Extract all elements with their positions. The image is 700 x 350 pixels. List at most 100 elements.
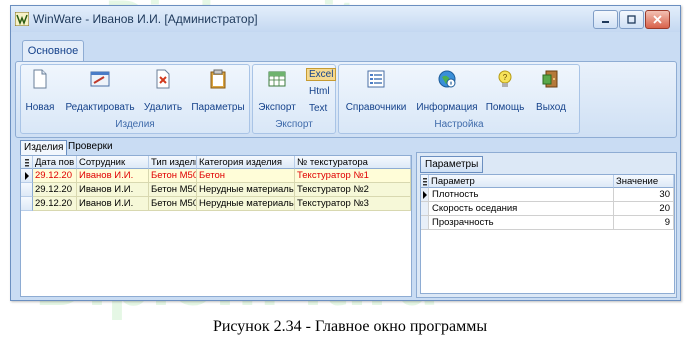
cell-product-type: Бетон М50	[149, 169, 197, 183]
ribbon-tab-main[interactable]: Основное	[22, 40, 84, 62]
delete-document-icon	[156, 69, 170, 89]
ribbon-group-settings: Справочники Информация ? Помощь Выход На…	[338, 64, 580, 134]
row-indicator	[421, 216, 429, 230]
cell-employee: Иванов И.И.	[77, 169, 149, 183]
column-header-value[interactable]: Значение	[614, 175, 674, 188]
new-document-icon	[33, 69, 47, 89]
exit-button[interactable]: Выход	[531, 69, 571, 113]
cell-texturator: Текстуратор №3	[295, 197, 411, 211]
ribbon-group-export-caption: Экспорт	[275, 119, 313, 130]
delete-button-label: Удалить	[143, 102, 183, 113]
export-text-button[interactable]: Text	[309, 103, 327, 114]
cell-date: 29.12.20	[33, 197, 77, 211]
column-header-date[interactable]: Дата пов	[33, 156, 77, 169]
row-indicator	[421, 188, 429, 202]
cell-texturator: Текстуратор №1	[295, 169, 411, 183]
cell-product-type: Бетон М50	[149, 183, 197, 197]
tab-parameters[interactable]: Параметры	[420, 156, 484, 173]
help-bulb-icon: ?	[498, 70, 512, 87]
export-text-label: Text	[309, 103, 328, 114]
column-header-product-type[interactable]: Тип издели	[149, 156, 197, 169]
clipboard-icon	[210, 69, 226, 89]
new-button-label: Новая	[25, 102, 55, 113]
param-row[interactable]: Плотность 30	[421, 188, 674, 202]
param-name: Плотность	[429, 188, 614, 202]
figure-caption: Рисунок 2.34 - Главное окно программы	[212, 318, 488, 335]
current-row-arrow-icon	[25, 172, 29, 180]
current-row-arrow-icon	[423, 191, 427, 199]
info-button-label: Информация	[416, 102, 478, 113]
cell-date: 29.12.20	[33, 169, 77, 183]
ribbon-group-settings-caption: Настройка	[434, 119, 484, 130]
help-button[interactable]: ? Помощь	[483, 69, 527, 113]
references-button[interactable]: Справочники	[343, 69, 409, 113]
export-button-label: Экспорт	[258, 102, 296, 113]
ribbon-group-products-caption: Изделия	[115, 119, 155, 130]
edit-button-label: Редактировать	[65, 102, 135, 113]
list-icon	[367, 70, 385, 88]
export-table-icon	[268, 71, 286, 87]
row-indicator	[421, 202, 429, 216]
param-name: Скорость оседания	[429, 202, 614, 216]
param-value: 30	[614, 188, 674, 202]
close-icon	[653, 15, 662, 24]
exit-button-label: Выход	[536, 102, 566, 113]
param-value: 20	[614, 202, 674, 216]
minimize-icon	[602, 21, 609, 23]
param-row[interactable]: Скорость оседания 20	[421, 202, 674, 216]
grid-corner[interactable]	[21, 156, 33, 169]
cell-product-type: Бетон М50	[149, 197, 197, 211]
svg-text:?: ?	[503, 73, 508, 82]
edit-form-icon	[90, 71, 110, 87]
tab-products[interactable]: Изделия	[20, 140, 68, 156]
export-excel-button[interactable]: Excel	[306, 68, 337, 81]
column-header-category[interactable]: Категория изделия	[197, 156, 295, 169]
export-html-button[interactable]: Html	[309, 86, 330, 97]
table-row[interactable]: 29.12.20 Иванов И.И. Бетон М50 Нерудные …	[21, 197, 411, 211]
info-button[interactable]: Информация	[415, 69, 479, 113]
grid-corner[interactable]	[421, 175, 429, 188]
table-row[interactable]: 29.12.20 Иванов И.И. Бетон М50 Нерудные …	[21, 183, 411, 197]
cell-texturator: Текстуратор №2	[295, 183, 411, 197]
references-button-label: Справочники	[345, 102, 407, 113]
app-logo-icon	[15, 12, 29, 26]
new-button[interactable]: Новая	[25, 69, 55, 113]
exit-door-icon	[542, 70, 558, 88]
ribbon: Новая Редактировать Удалить Параметры Из…	[15, 61, 677, 138]
column-header-employee[interactable]: Сотрудник	[77, 156, 149, 169]
ribbon-group-products: Новая Редактировать Удалить Параметры Из…	[20, 64, 250, 134]
param-name: Прозрачность	[429, 216, 614, 230]
parameters-panel: Параметры Параметр Значение Плотность 30…	[416, 152, 677, 298]
close-button[interactable]	[645, 10, 670, 29]
help-button-label: Помощь	[485, 102, 525, 113]
tab-checks[interactable]: Проверки	[65, 140, 116, 154]
minimize-button[interactable]	[593, 10, 618, 29]
column-chooser-icon	[25, 159, 29, 167]
restore-icon	[627, 15, 636, 24]
column-header-parameter[interactable]: Параметр	[429, 175, 614, 188]
main-window: WinWare - Иванов И.И. [Администратор] Ос…	[10, 5, 681, 301]
delete-button[interactable]: Удалить	[141, 69, 185, 113]
parameters-button-label: Параметры	[191, 102, 245, 113]
param-row[interactable]: Прозрачность 9	[421, 216, 674, 230]
parameters-button[interactable]: Параметры	[191, 69, 245, 113]
cell-category: Нерудные материалы	[197, 197, 295, 211]
export-button[interactable]: Экспорт	[257, 69, 297, 113]
globe-info-icon	[438, 70, 456, 88]
restore-button[interactable]	[619, 10, 644, 29]
row-indicator	[21, 169, 33, 183]
row-indicator	[21, 183, 33, 197]
row-indicator	[21, 197, 33, 211]
cell-category: Бетон	[197, 169, 295, 183]
column-header-texturator[interactable]: № текстуратора	[295, 156, 411, 169]
edit-button[interactable]: Редактировать	[65, 69, 135, 113]
cell-employee: Иванов И.И.	[77, 197, 149, 211]
parameters-grid: Параметр Значение Плотность 30 Скорость …	[420, 174, 675, 294]
products-grid: Дата пов Сотрудник Тип издели Категория …	[20, 155, 412, 297]
column-chooser-icon	[423, 178, 427, 186]
window-title: WinWare - Иванов И.И. [Администратор]	[33, 12, 258, 26]
table-row[interactable]: 29.12.20 Иванов И.И. Бетон М50 Бетон Тек…	[21, 169, 411, 183]
cell-category: Нерудные материалы	[197, 183, 295, 197]
param-value: 9	[614, 216, 674, 230]
cell-date: 29.12.20	[33, 183, 77, 197]
